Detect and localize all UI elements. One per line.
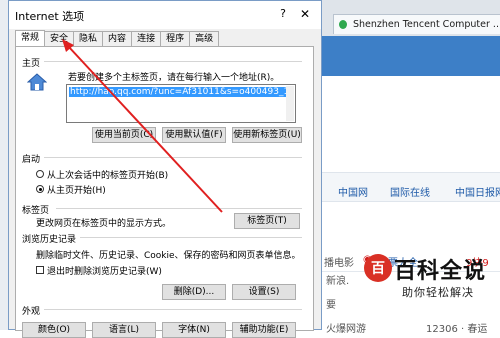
- use-current-button[interactable]: 使用当前页(C): [92, 127, 156, 143]
- tabs-settings-button[interactable]: 标签页(T): [234, 213, 300, 229]
- tabs-description: 更改网页在标签页中的显示方式。: [36, 219, 172, 229]
- content-link[interactable]: 播电影: [324, 254, 354, 269]
- accessibility-button[interactable]: 辅助功能(E): [232, 322, 296, 338]
- nav-link[interactable]: 国际在线: [390, 184, 430, 199]
- history-group-label: 浏览历史记录: [22, 235, 77, 245]
- group-divider: [44, 61, 302, 62]
- watermark-title: 百科全说: [394, 259, 487, 284]
- content-text[interactable]: 要: [326, 296, 336, 311]
- content-text[interactable]: 火爆网游: [326, 320, 366, 335]
- page-content-area: [322, 76, 500, 172]
- nav-link[interactable]: 中国网: [338, 184, 368, 199]
- browser-tab[interactable]: Shenzhen Tencent Computer ...: [333, 14, 500, 34]
- dialog-title: Internet 选项: [15, 10, 85, 23]
- page-header-banner: [322, 36, 500, 76]
- title-bar[interactable]: Internet 选项 ? ✕: [9, 1, 321, 29]
- secure-site-icon: [339, 20, 347, 29]
- watermark-logo-icon: 百: [364, 254, 392, 282]
- use-new-tab-button[interactable]: 使用新标签页(U): [232, 127, 302, 143]
- tab-content[interactable]: 内容: [102, 31, 133, 46]
- colors-button[interactable]: 颜色(O): [22, 322, 86, 338]
- history-description: 删除临时文件、历史记录、Cookie、保存的密码和网页表单信息。: [36, 251, 301, 261]
- internet-options-dialog: Internet 选项 ? ✕ 常规 安全 隐私 内容 连接 程序 高级: [8, 0, 322, 331]
- delete-history-button[interactable]: 删除(D)...: [162, 284, 226, 300]
- group-divider: [56, 208, 302, 209]
- watermark-subtitle: 助你轻松解决: [402, 286, 474, 299]
- nav-link[interactable]: 中国日报网: [455, 184, 500, 199]
- content-text[interactable]: 新浪.: [326, 272, 349, 287]
- startup-last-session-radio[interactable]: [36, 170, 44, 178]
- languages-button[interactable]: 语言(L): [92, 322, 156, 338]
- tab-connections[interactable]: 连接: [131, 31, 162, 46]
- group-divider: [44, 157, 302, 158]
- homepage-instruction: 若要创建多个主标签页，请在每行输入一个地址(R)。: [68, 73, 280, 83]
- content-text[interactable]: 12306 · 春运: [426, 320, 487, 335]
- group-divider: [80, 237, 302, 238]
- startup-homepage-radio[interactable]: [36, 185, 44, 193]
- startup-homepage-label[interactable]: 从主页开始(H): [47, 183, 106, 196]
- tab-programs[interactable]: 程序: [160, 31, 191, 46]
- tab-advanced[interactable]: 高级: [189, 31, 220, 46]
- startup-group-label: 启动: [22, 155, 41, 165]
- tab-security[interactable]: 安全: [44, 31, 75, 46]
- help-button[interactable]: ?: [276, 7, 290, 21]
- appearance-group-label: 外观: [22, 307, 41, 317]
- homepage-url-input[interactable]: http://hao.qq.com/?unc=Af31011&s=o400493…: [66, 84, 296, 123]
- browser-tab-title: Shenzhen Tencent Computer ...: [352, 19, 500, 30]
- home-page-icon: [27, 73, 47, 91]
- close-button[interactable]: ✕: [298, 7, 312, 21]
- use-default-button[interactable]: 使用默认值(F): [162, 127, 226, 143]
- startup-last-session-label[interactable]: 从上次会话中的标签页开始(B): [47, 168, 168, 181]
- tabs-group-label: 标签页: [22, 206, 50, 216]
- url-scrollbar[interactable]: [286, 86, 294, 121]
- fonts-button[interactable]: 字体(N): [162, 322, 226, 338]
- delete-on-exit-checkbox[interactable]: [36, 266, 44, 274]
- delete-on-exit-label[interactable]: 退出时删除浏览历史记录(W): [47, 264, 162, 277]
- tab-general[interactable]: 常规: [15, 30, 46, 47]
- homepage-group-label: 主页: [22, 59, 41, 69]
- homepage-url-text: http://hao.qq.com/?unc=Af31011&s=o400493…: [69, 87, 291, 97]
- tab-strip: 常规 安全 隐私 内容 连接 程序 高级: [15, 30, 220, 47]
- group-divider: [44, 309, 302, 310]
- history-settings-button[interactable]: 设置(S): [232, 284, 296, 300]
- tab-privacy[interactable]: 隐私: [73, 31, 104, 46]
